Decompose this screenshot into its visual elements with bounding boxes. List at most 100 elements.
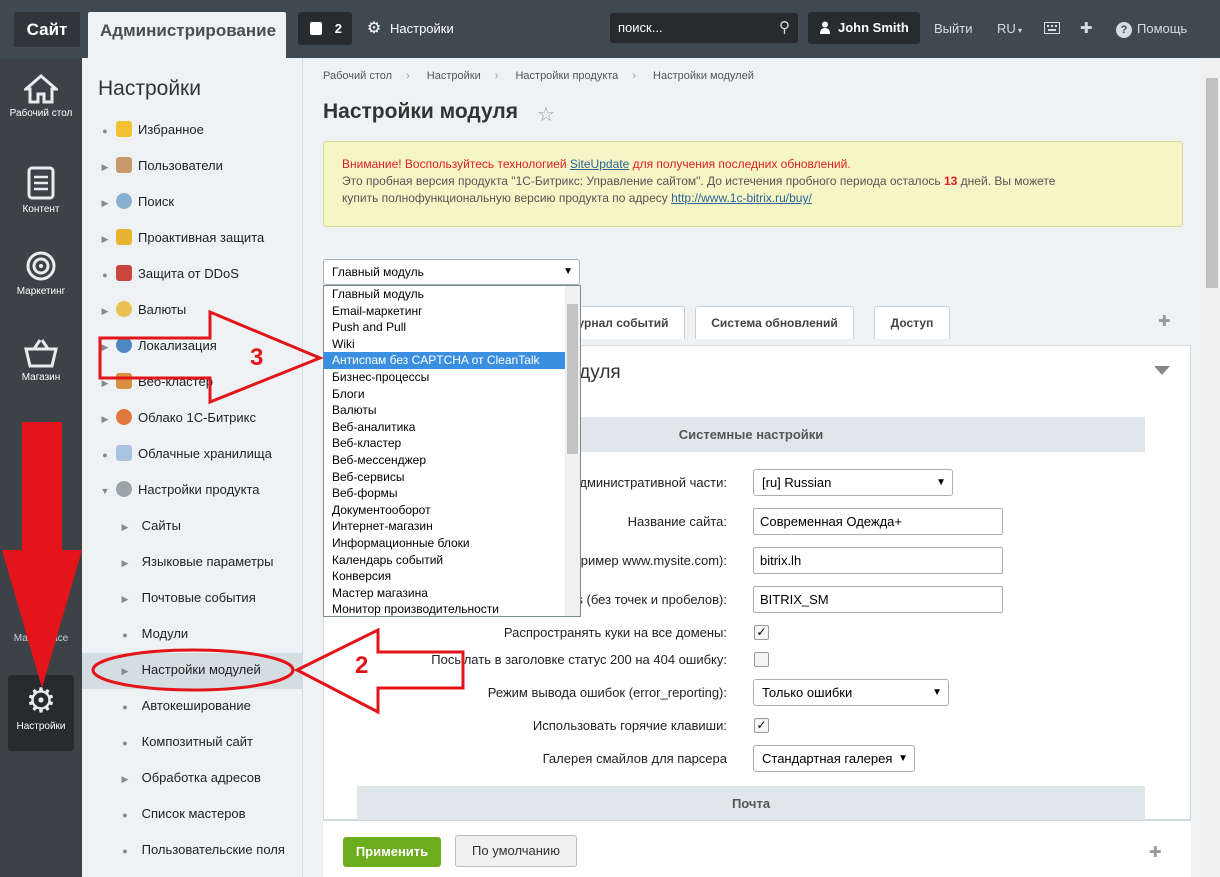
page-scrollbar[interactable]	[1204, 58, 1220, 877]
sidebar-item-proactive[interactable]: ▶ Проактивная защита	[98, 220, 264, 256]
keyboard-icon[interactable]	[1044, 12, 1060, 45]
dropdown-scroll-thumb[interactable]	[567, 304, 578, 454]
module-option[interactable]: Антиспам без CAPTCHA от CleanTalk	[324, 352, 580, 369]
module-option[interactable]: Веб-аналитика	[324, 419, 580, 436]
search-input[interactable]: поиск... ⚲	[610, 13, 798, 43]
nav-marketplace[interactable]: Marketplace	[0, 633, 82, 645]
user-button[interactable]: John Smith	[808, 12, 920, 44]
nav-marketing[interactable]: Маркетинг	[0, 250, 82, 298]
dropdown-scrollbar[interactable]	[565, 286, 580, 616]
nav-shop[interactable]: Магазин	[0, 338, 82, 384]
collapse-icon[interactable]	[1154, 366, 1170, 375]
module-option[interactable]: Календарь событий	[324, 552, 580, 569]
module-option[interactable]: Документооборот	[324, 502, 580, 519]
server-url-input[interactable]: bitrix.lh	[753, 547, 1003, 574]
sidebar-item-mail-events[interactable]: ▶ Почтовые события	[118, 580, 256, 616]
expand-icon: ▶	[101, 378, 109, 388]
module-option[interactable]: Бизнес-процессы	[324, 369, 580, 386]
tab-access[interactable]: Доступ	[874, 306, 950, 339]
nav-desktop[interactable]: Рабочий стол	[0, 74, 82, 120]
breadcrumb-separator: ›	[406, 70, 410, 82]
tab-update-system[interactable]: Система обновлений	[695, 306, 854, 339]
site-tab[interactable]: Сайт	[14, 12, 80, 47]
select-value: Только ошибки	[762, 685, 853, 700]
module-option[interactable]: Wiki	[324, 336, 580, 353]
sidebar-item-modules[interactable]: ● Модули	[118, 616, 188, 652]
breadcrumb-item[interactable]: Настройки продукта	[515, 70, 618, 82]
select-value: Главный модуль	[332, 265, 424, 279]
sidebar-item-language-params[interactable]: ▶ Языковые параметры	[118, 544, 274, 580]
module-option[interactable]: Веб-формы	[324, 485, 580, 502]
help-icon: ?	[1116, 22, 1132, 38]
module-option[interactable]: Веб-сервисы	[324, 469, 580, 486]
sidebar-item-ddos[interactable]: ● Защита от DDoS	[98, 256, 239, 292]
cookie-name-input[interactable]: BITRIX_SM	[753, 586, 1003, 613]
pin-icon[interactable]: ✚	[1158, 312, 1171, 330]
module-option[interactable]: Email-маркетинг	[324, 303, 580, 320]
hotkeys-checkbox[interactable]: ✓	[754, 718, 769, 733]
expand-icon: ▶	[101, 162, 109, 172]
sidebar-item-bitrix-cloud[interactable]: ▶ Облако 1С-Битрикс	[98, 400, 256, 436]
module-option[interactable]: Валюты	[324, 402, 580, 419]
module-option[interactable]: Веб-кластер	[324, 435, 580, 452]
sidebar-item-label: Веб-кластер	[138, 374, 213, 389]
sidebar-item-users[interactable]: ▶ Пользователи	[98, 148, 223, 184]
sidebar-item-sites[interactable]: ▶ Сайты	[118, 508, 181, 544]
module-select[interactable]: Главный модуль ▼	[323, 259, 580, 285]
sidebar-item-user-fields[interactable]: ● Пользовательские поля	[118, 832, 285, 868]
sidebar-item-favorites[interactable]: ● Избранное	[98, 112, 204, 148]
admin-tab[interactable]: Администрирование	[88, 12, 286, 58]
module-option[interactable]: Блоги	[324, 386, 580, 403]
search-icon[interactable]: ⚲	[779, 13, 790, 43]
apply-button[interactable]: Применить	[343, 837, 441, 867]
sidebar-item-product-settings[interactable]: ▼ Настройки продукта	[98, 472, 260, 508]
smile-gallery-select[interactable]: Стандартная галерея ▼	[753, 745, 915, 772]
pin-icon[interactable]: ✚	[1080, 12, 1093, 45]
sidebar-item-webcluster[interactable]: ▶ Веб-кластер	[98, 364, 213, 400]
breadcrumb-item[interactable]: Рабочий стол	[323, 70, 392, 82]
help-link[interactable]: ? Помощь	[1116, 12, 1187, 45]
pin-icon[interactable]: ✚	[1149, 843, 1162, 861]
error-reporting-select[interactable]: Только ошибки ▼	[753, 679, 949, 706]
buy-link[interactable]: http://www.1c-bitrix.ru/buy/	[671, 191, 812, 205]
annotation-label-1: 1	[30, 567, 44, 594]
sidebar-item-search[interactable]: ▶ Поиск	[98, 184, 174, 220]
select-value: [ru] Russian	[762, 475, 832, 490]
sidebar-item-url-processing[interactable]: ▶ Обработка адресов	[118, 760, 261, 796]
module-option[interactable]: Интернет-магазин	[324, 518, 580, 535]
status-404-checkbox[interactable]	[754, 652, 769, 667]
admin-language-select[interactable]: [ru] Russian ▼	[753, 469, 953, 496]
breadcrumb-item[interactable]: Настройки модулей	[653, 70, 754, 82]
settings-link[interactable]: ⚙ Настройки	[366, 12, 454, 45]
page-scroll-thumb[interactable]	[1206, 78, 1218, 288]
module-option[interactable]: Push and Pull	[324, 319, 580, 336]
cluster-icon	[116, 373, 132, 389]
sidebar-item-currencies[interactable]: ▶ Валюты	[98, 292, 186, 328]
sidebar-item-autocache[interactable]: ● Автокеширование	[118, 688, 251, 724]
site-name-input[interactable]: Современная Одежда+	[753, 508, 1003, 535]
sidebar-item-module-settings[interactable]: ▶ Настройки модулей	[118, 652, 261, 688]
cookie-all-domains-checkbox[interactable]: ✓	[754, 625, 769, 640]
siteupdate-link[interactable]: SiteUpdate	[570, 157, 629, 171]
breadcrumb-item[interactable]: Настройки	[427, 70, 481, 82]
module-option[interactable]: Веб-мессенджер	[324, 452, 580, 469]
sidebar-item-cloud-storage[interactable]: ● Облачные хранилища	[98, 436, 272, 472]
module-option[interactable]: Монитор производительности	[324, 601, 580, 616]
module-option[interactable]: Информационные блоки	[324, 535, 580, 552]
sidebar-item-localization[interactable]: ▶ Локализация	[98, 328, 217, 364]
module-option[interactable]: Мастер магазина	[324, 585, 580, 602]
notifications-button[interactable]: 2	[298, 12, 352, 45]
sidebar-item-wizards[interactable]: ● Список мастеров	[118, 796, 245, 832]
sidebar-item-composite[interactable]: ● Композитный сайт	[118, 724, 253, 760]
favorite-star-icon[interactable]: ☆	[537, 102, 555, 127]
default-button[interactable]: По умолчанию	[455, 835, 577, 867]
module-option[interactable]: Главный модуль	[324, 286, 580, 303]
trial-days: 13	[943, 174, 958, 188]
module-option[interactable]: Конверсия	[324, 568, 580, 585]
logout-link[interactable]: Выйти	[934, 12, 973, 45]
chevron-down-icon: ▾	[1015, 26, 1023, 35]
language-selector[interactable]: RU ▾	[997, 12, 1022, 45]
sidebar-item-label: Настройки продукта	[138, 482, 260, 497]
nav-settings[interactable]: ⚙ Настройки	[8, 675, 74, 751]
nav-content[interactable]: Контент	[0, 166, 82, 216]
